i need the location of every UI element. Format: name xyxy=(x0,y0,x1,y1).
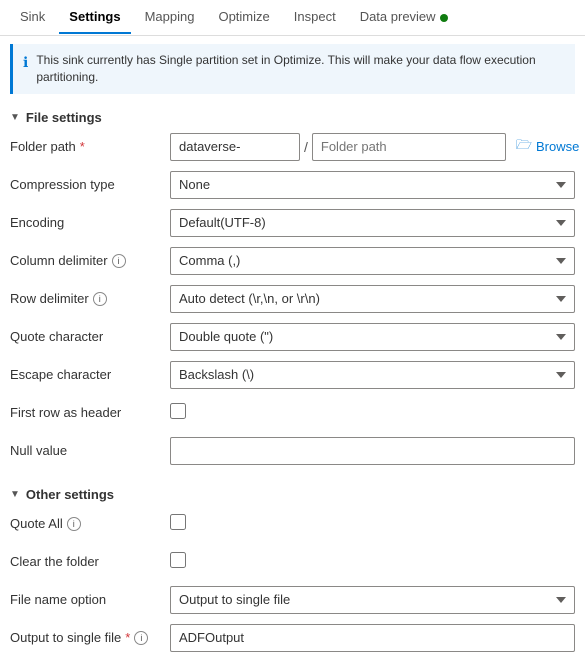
column-delimiter-row: Column delimiter i Comma (,) Tab (\t) Se… xyxy=(10,247,575,275)
tab-sink[interactable]: Sink xyxy=(10,1,55,34)
tab-inspect[interactable]: Inspect xyxy=(284,1,346,34)
browse-button[interactable]: 🗁 Browse xyxy=(516,136,579,158)
quote-all-control xyxy=(170,514,575,533)
quote-character-row: Quote character Double quote (") Single … xyxy=(10,323,575,351)
file-name-option-control: Output to single file Default Per partit… xyxy=(170,586,575,614)
folder-path-row: Folder path * / 🗁 Browse xyxy=(10,133,575,161)
encoding-row: Encoding Default(UTF-8) UTF-8 UTF-16 xyxy=(10,209,575,237)
status-dot xyxy=(440,14,448,22)
other-settings-body: Quote All i Clear the folder File name o… xyxy=(0,506,585,666)
folder-path-label: Folder path * xyxy=(10,139,170,154)
tab-data-preview[interactable]: Data preview xyxy=(350,1,458,34)
file-name-option-row: File name option Output to single file D… xyxy=(10,586,575,614)
file-name-option-label: File name option xyxy=(10,592,170,607)
null-value-control xyxy=(170,437,575,465)
row-delimiter-control: Auto detect (\r,\n, or \r\n) \r\n \n \r xyxy=(170,285,575,313)
column-delimiter-info-icon[interactable]: i xyxy=(112,254,126,268)
row-delimiter-select[interactable]: Auto detect (\r,\n, or \r\n) \r\n \n \r xyxy=(170,285,575,313)
null-value-input[interactable] xyxy=(170,437,575,465)
folder-icon: 🗁 xyxy=(516,136,532,158)
row-delimiter-row: Row delimiter i Auto detect (\r,\n, or \… xyxy=(10,285,575,313)
compression-type-select[interactable]: None gzip bzip2 deflate xyxy=(170,171,575,199)
null-value-row: Null value xyxy=(10,437,575,465)
column-delimiter-label: Column delimiter i xyxy=(10,253,170,268)
compression-type-row: Compression type None gzip bzip2 deflate xyxy=(10,171,575,199)
path-separator: / xyxy=(304,139,308,155)
tab-bar: Sink Settings Mapping Optimize Inspect D… xyxy=(0,0,585,36)
collapse-arrow-other: ▼ xyxy=(10,489,20,500)
encoding-select[interactable]: Default(UTF-8) UTF-8 UTF-16 xyxy=(170,209,575,237)
tab-optimize[interactable]: Optimize xyxy=(208,1,279,34)
escape-character-control: Backslash (\) No escape character Double… xyxy=(170,361,575,389)
column-delimiter-select[interactable]: Comma (,) Tab (\t) Semicolon (;) Pipe (|… xyxy=(170,247,575,275)
clear-folder-row: Clear the folder xyxy=(10,548,575,576)
quote-character-control: Double quote (") Single quote (') None xyxy=(170,323,575,351)
row-delimiter-label: Row delimiter i xyxy=(10,291,170,306)
file-settings-body: Folder path * / 🗁 Browse Compression typ… xyxy=(0,129,585,479)
other-settings-label: Other settings xyxy=(26,487,114,502)
clear-folder-label: Clear the folder xyxy=(10,554,170,569)
column-delimiter-control: Comma (,) Tab (\t) Semicolon (;) Pipe (|… xyxy=(170,247,575,275)
quote-character-select[interactable]: Double quote (") Single quote (') None xyxy=(170,323,575,351)
null-value-label: Null value xyxy=(10,443,170,458)
output-single-file-input[interactable] xyxy=(170,624,575,652)
quote-character-label: Quote character xyxy=(10,329,170,344)
first-row-header-row: First row as header xyxy=(10,399,575,427)
output-single-file-info-icon[interactable]: i xyxy=(134,631,148,645)
quote-all-row: Quote All i xyxy=(10,510,575,538)
clear-folder-checkbox[interactable] xyxy=(170,552,186,568)
folder-path-left-input[interactable] xyxy=(170,133,300,161)
info-banner-text: This sink currently has Single partition… xyxy=(36,52,565,86)
escape-character-select[interactable]: Backslash (\) No escape character Double… xyxy=(170,361,575,389)
quote-all-info-icon[interactable]: i xyxy=(67,517,81,531)
file-settings-label: File settings xyxy=(26,110,102,125)
file-settings-header[interactable]: ▼ File settings xyxy=(0,102,585,129)
folder-path-right-input[interactable] xyxy=(312,133,506,161)
output-required-marker: * xyxy=(125,630,130,645)
output-single-file-row: Output to single file * i xyxy=(10,624,575,652)
first-row-header-label: First row as header xyxy=(10,405,170,420)
first-row-header-control xyxy=(170,403,575,422)
compression-type-label: Compression type xyxy=(10,177,170,192)
escape-character-row: Escape character Backslash (\) No escape… xyxy=(10,361,575,389)
compression-type-control: None gzip bzip2 deflate xyxy=(170,171,575,199)
output-single-file-label: Output to single file * i xyxy=(10,630,170,645)
info-banner: ℹ This sink currently has Single partiti… xyxy=(10,44,575,94)
collapse-arrow-file: ▼ xyxy=(10,112,20,123)
row-delimiter-info-icon[interactable]: i xyxy=(93,292,107,306)
tab-settings[interactable]: Settings xyxy=(59,1,130,34)
other-settings-header[interactable]: ▼ Other settings xyxy=(0,479,585,506)
encoding-label: Encoding xyxy=(10,215,170,230)
info-icon: ℹ xyxy=(23,53,28,73)
required-marker: * xyxy=(80,139,85,154)
encoding-control: Default(UTF-8) UTF-8 UTF-16 xyxy=(170,209,575,237)
folder-path-control: / 🗁 Browse xyxy=(170,133,579,161)
tab-mapping[interactable]: Mapping xyxy=(135,1,205,34)
escape-character-label: Escape character xyxy=(10,367,170,382)
quote-all-checkbox[interactable] xyxy=(170,514,186,530)
file-name-option-select[interactable]: Output to single file Default Per partit… xyxy=(170,586,575,614)
output-single-file-control xyxy=(170,624,575,652)
quote-all-label: Quote All i xyxy=(10,516,170,531)
clear-folder-control xyxy=(170,552,575,571)
first-row-header-checkbox[interactable] xyxy=(170,403,186,419)
